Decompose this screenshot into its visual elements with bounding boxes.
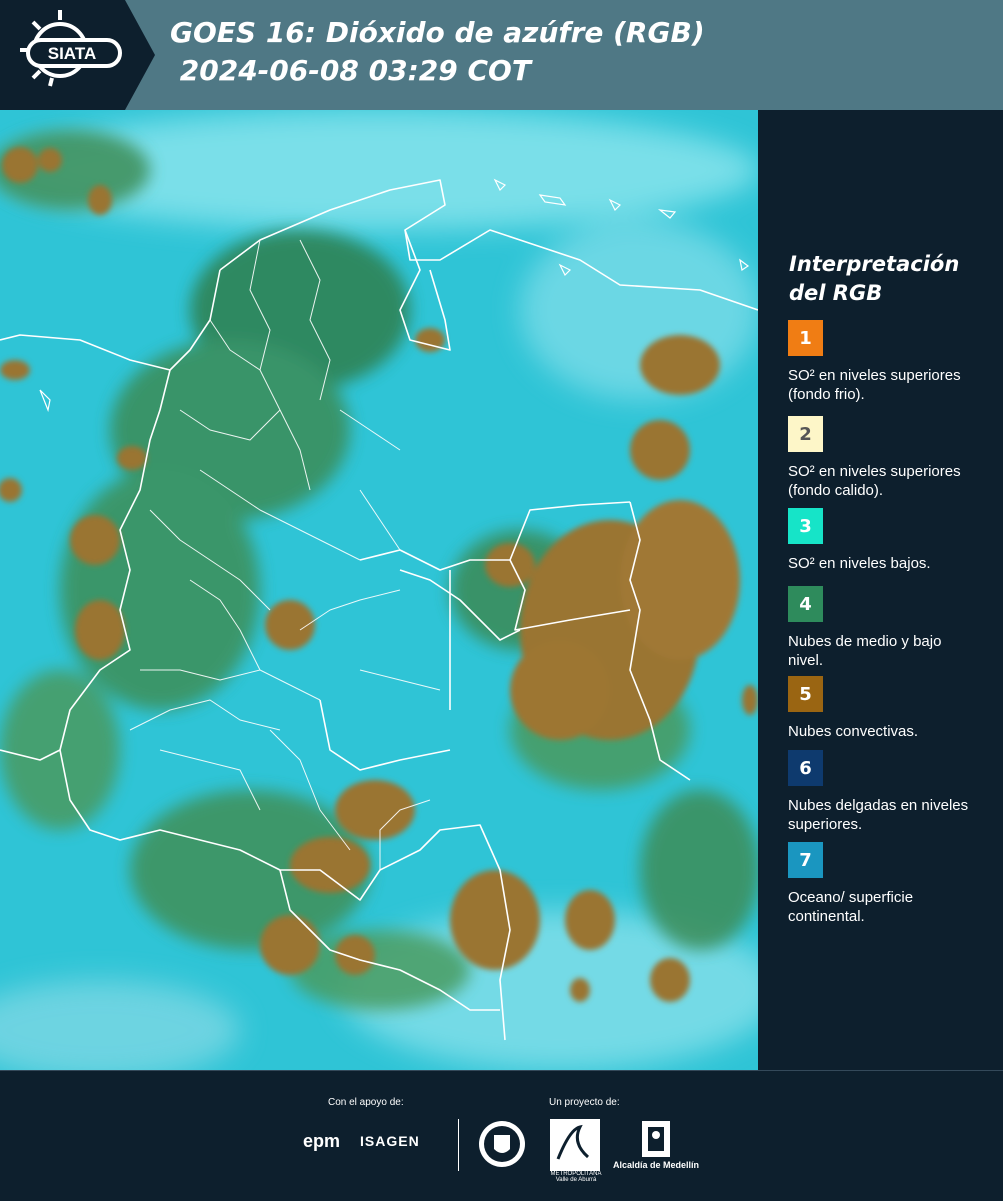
legend-label-2: SO² en niveles superiores (fondo calido)…: [788, 463, 961, 499]
satellite-map[interactable]: [0, 110, 758, 1070]
legend-item-6: 6 Nubes delgadas en niveles superiores.: [788, 750, 988, 834]
siata-logo[interactable]: SIATA: [0, 0, 155, 110]
legend-label-5: Nubes convectivas.: [788, 723, 919, 740]
legend-number-7: 7: [799, 849, 812, 871]
legend-swatch-2: 2: [788, 416, 823, 452]
legend-number-3: 3: [799, 515, 812, 537]
alcaldia-shield-icon[interactable]: [640, 1119, 672, 1159]
area-metropolitana-logo[interactable]: [550, 1119, 600, 1171]
legend-label-7: Oceano/ superficie continental.: [788, 889, 914, 925]
legend-label-3: SO² en niveles bajos.: [788, 555, 931, 572]
legend-number-1: 1: [799, 327, 812, 349]
header-bar: SIATA GOES 16: Dióxido de azúfre (RGB) 2…: [0, 0, 1003, 110]
legend-swatch-4: 4: [788, 586, 823, 622]
legend-swatch-1: 1: [788, 320, 823, 356]
legend-number-5: 5: [799, 683, 812, 705]
legend-number-6: 6: [799, 757, 812, 779]
legend-item-1: 1 SO² en niveles superiores (fondo frio)…: [788, 320, 988, 404]
legend-item-7: 7 Oceano/ superficie continental.: [788, 842, 988, 926]
project-label: Un proyecto de:: [549, 1097, 620, 1108]
legend-label-6: Nubes delgadas en niveles superiores.: [788, 797, 969, 833]
page-title: GOES 16: Dióxido de azúfre (RGB) 2024-06…: [170, 14, 705, 90]
footer-divider: [458, 1119, 459, 1171]
legend-panel: Interpretación del RGB 1 SO² en niveles …: [758, 110, 1003, 1070]
epm-logo[interactable]: epm: [303, 1131, 340, 1152]
legend-swatch-6: 6: [788, 750, 823, 786]
legend-number-4: 4: [799, 593, 812, 615]
legend-item-3: 3 SO² en niveles bajos.: [788, 508, 988, 573]
siata-logo-text: SIATA: [48, 44, 96, 63]
legend-number-2: 2: [799, 423, 812, 445]
legend-label-1: SO² en niveles superiores (fondo frio).: [788, 367, 961, 403]
footer-bar: Con el apoyo de: Un proyecto de: epm ISA…: [0, 1070, 1003, 1201]
legend-swatch-3: 3: [788, 508, 823, 544]
area-metropolitana-text: METROPOLITANA Valle de Aburrá: [550, 1171, 602, 1183]
title-line-1: GOES 16: Dióxido de azúfre (RGB): [170, 16, 705, 49]
legend-swatch-5: 5: [788, 676, 823, 712]
legend-item-4: 4 Nubes de medio y bajo nivel.: [788, 586, 988, 670]
legend-item-5: 5 Nubes convectivas.: [788, 676, 988, 741]
medellin-seal-icon[interactable]: [477, 1119, 527, 1169]
support-label: Con el apoyo de:: [328, 1097, 404, 1108]
legend-title: Interpretación del RGB: [789, 252, 960, 305]
legend-swatch-7: 7: [788, 842, 823, 878]
legend-item-2: 2 SO² en niveles superiores (fondo calid…: [788, 416, 988, 500]
alcaldia-text: Alcaldía de Medellín: [613, 1160, 700, 1170]
legend-label-4: Nubes de medio y bajo nivel.: [788, 633, 942, 669]
isagen-logo[interactable]: ISAGEN: [360, 1133, 420, 1149]
title-line-2: 2024-06-08 03:29 COT: [170, 54, 531, 87]
